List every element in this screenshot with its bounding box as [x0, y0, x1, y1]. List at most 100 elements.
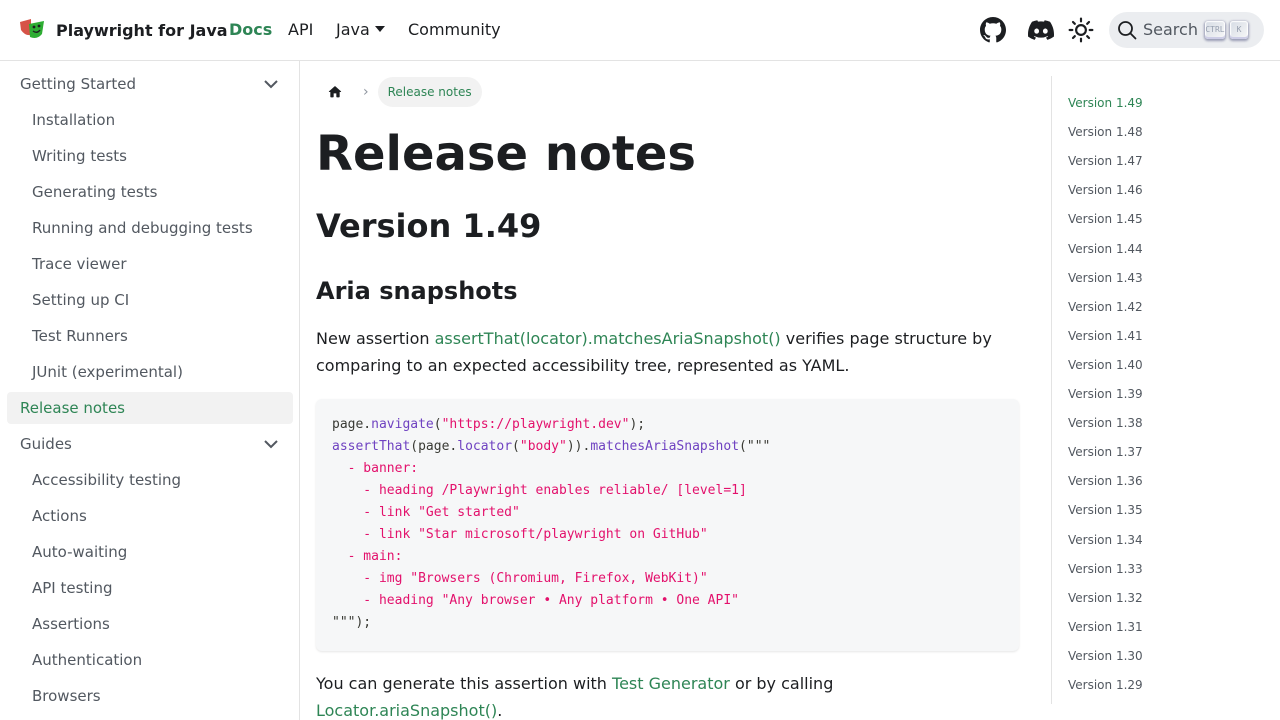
- outro-text-after: .: [497, 701, 503, 720]
- top-navbar: Playwright for Java Docs API Java Commun…: [0, 0, 1280, 61]
- sidebar-item-label: Assertions: [32, 615, 110, 633]
- code-token: navigate: [371, 417, 434, 432]
- sidebar-item-generating-tests[interactable]: Generating tests: [7, 176, 293, 208]
- code-token: );: [629, 417, 646, 432]
- nav-dropdown-java[interactable]: Java: [336, 20, 385, 39]
- code-token: - banner:: [332, 461, 419, 476]
- sidebar-item-label: Installation: [32, 111, 116, 129]
- code-token: - link "Get started": [332, 505, 520, 520]
- toc-item[interactable]: Version 1.34: [1068, 533, 1143, 547]
- playwright-logo-icon: [20, 19, 44, 38]
- code-token: (: [512, 439, 520, 454]
- sidebar-item-label: JUnit (experimental): [32, 363, 183, 381]
- outro-paragraph: You can generate this assertion with Tes…: [316, 670, 1020, 720]
- version-heading: Version 1.49: [316, 207, 542, 245]
- sidebar-item-actions[interactable]: Actions: [7, 500, 293, 532]
- toc-item[interactable]: Version 1.42: [1068, 300, 1143, 314]
- sidebar-item-api-testing[interactable]: API testing: [7, 572, 293, 604]
- toc-item[interactable]: Version 1.41: [1068, 329, 1143, 343]
- search-icon: [1118, 21, 1137, 40]
- sidebar-item-installation[interactable]: Installation: [7, 104, 293, 136]
- intro-text-before: New assertion: [316, 329, 435, 348]
- code-line: - link "Get started": [332, 502, 770, 524]
- sidebar-item-setting-up-ci[interactable]: Setting up CI: [7, 284, 293, 316]
- nav-link-api[interactable]: API: [288, 20, 313, 39]
- sidebar-item-auto-waiting[interactable]: Auto-waiting: [7, 536, 293, 568]
- home-icon[interactable]: [327, 84, 343, 100]
- toc-item[interactable]: Version 1.38: [1068, 416, 1143, 430]
- chevron-down-icon[interactable]: [263, 77, 279, 91]
- breadcrumb-separator-icon: ›: [363, 84, 369, 100]
- github-icon[interactable]: [980, 17, 1006, 43]
- sidebar-item-label: Release notes: [20, 399, 125, 417]
- sidebar-item-label: Guides: [20, 435, 72, 453]
- sidebar-item-test-runners[interactable]: Test Runners: [7, 320, 293, 352]
- toc-item[interactable]: Version 1.36: [1068, 474, 1143, 488]
- toc-item[interactable]: Version 1.47: [1068, 154, 1143, 168]
- code-token: - main:: [332, 549, 403, 564]
- code-line: - main:: [332, 546, 770, 568]
- code-token: - heading "Any browser • Any platform • …: [332, 593, 739, 608]
- brand-link[interactable]: Playwright for Java: [18, 18, 228, 42]
- code-line: - img "Browsers (Chromium, Firefox, WebK…: [332, 568, 770, 590]
- chevron-down-icon[interactable]: [263, 437, 279, 451]
- breadcrumb: › Release notes: [316, 77, 482, 107]
- sidebar-item-label: Running and debugging tests: [32, 219, 253, 237]
- site-title: Playwright for Java: [56, 20, 228, 40]
- sidebar-item-writing-tests[interactable]: Writing tests: [7, 140, 293, 172]
- code-line: """);: [332, 612, 770, 634]
- toc-item[interactable]: Version 1.48: [1068, 125, 1143, 139]
- kbd-k: K: [1230, 21, 1248, 39]
- sidebar-category-guides[interactable]: Guides: [7, 428, 293, 460]
- toc-item[interactable]: Version 1.39: [1068, 387, 1143, 401]
- search-button[interactable]: Search CTRL K: [1109, 12, 1264, 48]
- code-token: page.: [332, 417, 372, 432]
- test-generator-link[interactable]: Test Generator: [612, 674, 730, 693]
- sidebar-item-authentication[interactable]: Authentication: [7, 644, 293, 676]
- toc-item[interactable]: Version 1.31: [1068, 620, 1143, 634]
- sidebar-item-trace-viewer[interactable]: Trace viewer: [7, 248, 293, 280]
- aria-snapshot-link[interactable]: Locator.ariaSnapshot(): [316, 701, 497, 720]
- sidebar-item-label: Browsers: [32, 687, 101, 705]
- caret-down-icon: [374, 26, 385, 32]
- matches-aria-snapshot-link[interactable]: assertThat(locator).matchesAriaSnapshot(…: [435, 329, 781, 348]
- sidebar-item-release-notes[interactable]: Release notes: [7, 392, 293, 424]
- toc-item[interactable]: Version 1.37: [1068, 445, 1143, 459]
- sidebar-item-label: Getting Started: [20, 75, 136, 93]
- sidebar-item-junit[interactable]: JUnit (experimental): [7, 356, 293, 388]
- toc-item[interactable]: Version 1.33: [1068, 562, 1143, 576]
- code-token: - link "Star microsoft/playwright on Git…: [332, 527, 708, 542]
- toc-item[interactable]: Version 1.40: [1068, 358, 1143, 372]
- toc-item[interactable]: Version 1.29: [1068, 678, 1143, 692]
- sidebar-item-label: Auto-waiting: [32, 543, 128, 561]
- article-content: › Release notes Release notes Version 1.…: [316, 61, 1020, 720]
- outro-text-before: You can generate this assertion with: [316, 674, 613, 693]
- code-token: """);: [332, 615, 372, 630]
- docs-sidebar: Getting Started Installation Writing tes…: [0, 61, 300, 720]
- sidebar-item-assertions[interactable]: Assertions: [7, 608, 293, 640]
- code-content: page.navigate("https://playwright.dev");…: [332, 414, 770, 634]
- sidebar-item-label: Trace viewer: [32, 255, 127, 273]
- kbd-ctrl: CTRL: [1205, 21, 1225, 39]
- theme-toggle-icon[interactable]: [1068, 17, 1094, 43]
- code-line: - heading /Playwright enables reliable/ …: [332, 480, 770, 502]
- sidebar-category-getting-started[interactable]: Getting Started: [7, 68, 293, 100]
- toc-item[interactable]: Version 1.32: [1068, 591, 1143, 605]
- discord-icon[interactable]: [1028, 17, 1054, 43]
- toc-item[interactable]: Version 1.44: [1068, 242, 1143, 256]
- sidebar-item-accessibility-testing[interactable]: Accessibility testing: [7, 464, 293, 496]
- code-token: "body": [519, 439, 567, 454]
- code-line: - heading "Any browser • Any platform • …: [332, 590, 770, 612]
- nav-link-docs[interactable]: Docs: [229, 20, 272, 39]
- toc-item[interactable]: Version 1.45: [1068, 212, 1143, 226]
- toc-item[interactable]: Version 1.35: [1068, 503, 1143, 517]
- toc-item[interactable]: Version 1.43: [1068, 271, 1143, 285]
- sidebar-item-browsers[interactable]: Browsers: [7, 680, 293, 712]
- toc-item[interactable]: Version 1.49: [1068, 96, 1143, 110]
- nav-link-community[interactable]: Community: [408, 20, 501, 39]
- sidebar-item-label: Authentication: [32, 651, 143, 669]
- toc-item[interactable]: Version 1.46: [1068, 183, 1143, 197]
- code-token: - img "Browsers (Chromium, Firefox, WebK…: [332, 571, 708, 586]
- sidebar-item-running-debugging[interactable]: Running and debugging tests: [7, 212, 293, 244]
- toc-item[interactable]: Version 1.30: [1068, 649, 1143, 663]
